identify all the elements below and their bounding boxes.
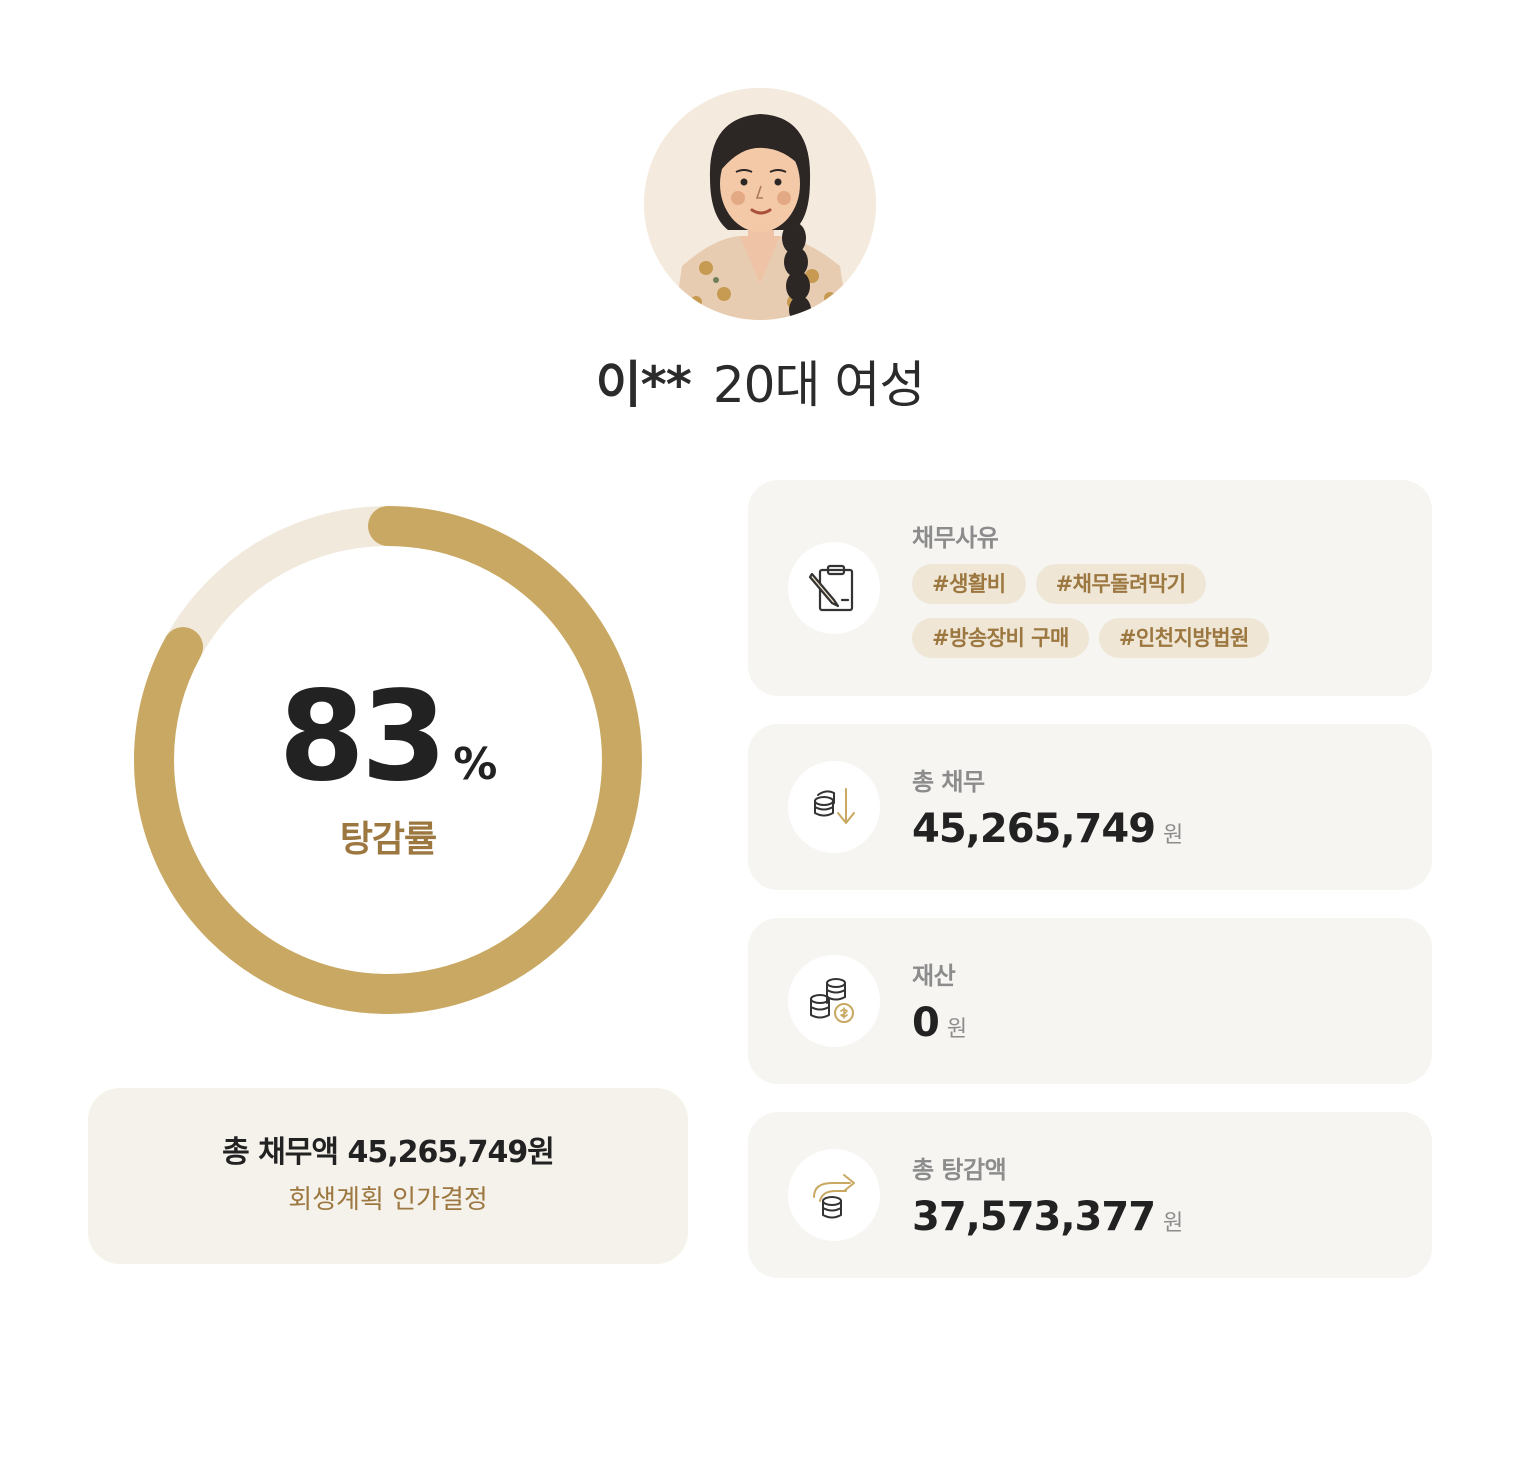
- total-debt-card: 총 채무 45,265,749 원: [748, 724, 1432, 890]
- total-forgiven-value: 37,573,377 원: [912, 1194, 1183, 1240]
- total-debt-label: 총 채무: [912, 768, 985, 796]
- reduction-donut: 83% 탕감률: [132, 504, 644, 1016]
- percent-readout: 83%: [132, 672, 644, 802]
- assets-label: 재산: [912, 962, 956, 990]
- profile-title: 이** 20대 여성: [0, 352, 1520, 418]
- total-forgiven-label: 총 탕감액: [912, 1156, 1007, 1184]
- total-debt-amount: 45,265,749: [912, 806, 1156, 852]
- summary-card: 총 채무액 45,265,749원 회생계획 인가결정: [88, 1088, 688, 1264]
- debt-reason-tags: #생활비 #채무돌려막기 #방송장비 구매 #인천지방법원: [912, 564, 1412, 672]
- demographic: 20대 여성: [712, 356, 926, 414]
- assets-card: 재산 0원: [748, 918, 1432, 1084]
- masked-name: 이**: [595, 356, 692, 414]
- assets-value: 0원: [912, 1000, 967, 1046]
- reduction-rate-label: 탕감률: [339, 819, 437, 860]
- coins-dollar-icon: [788, 955, 880, 1047]
- assets-amount: 0: [912, 1000, 940, 1046]
- total-forgiven-unit: 원: [1163, 1211, 1183, 1236]
- tag-debt-rollover: #채무돌려막기: [1035, 564, 1206, 604]
- debt-reason-label: 채무사유: [912, 524, 999, 552]
- debt-reason-card: 채무사유 #생활비 #채무돌려막기 #방송장비 구매 #인천지방법원: [748, 480, 1432, 696]
- assets-unit: 원: [946, 1017, 967, 1042]
- total-forgiven-amount: 37,573,377: [912, 1194, 1156, 1240]
- percent-unit: %: [453, 739, 498, 790]
- coins-arrow-icon: [788, 1149, 880, 1241]
- summary-status: 회생계획 인가결정: [288, 1185, 488, 1215]
- summary-total-debt: 총 채무액 45,265,749원: [222, 1135, 555, 1170]
- percent-value: 83: [278, 665, 448, 809]
- tag-broadcast-equipment: #방송장비 구매: [912, 618, 1089, 658]
- total-forgiven-card: 총 탕감액 37,573,377 원: [748, 1112, 1432, 1278]
- tag-incheon-court: #인천지방법원: [1098, 618, 1269, 658]
- coins-down-icon: [788, 761, 880, 853]
- total-debt-unit: 원: [1163, 823, 1183, 848]
- clipboard-pen-icon: [788, 542, 880, 634]
- woman-avatar-illustration: [644, 88, 876, 320]
- total-debt-value: 45,265,749 원: [912, 806, 1183, 852]
- avatar: [644, 88, 876, 320]
- tag-living-expenses: #생활비: [912, 564, 1026, 604]
